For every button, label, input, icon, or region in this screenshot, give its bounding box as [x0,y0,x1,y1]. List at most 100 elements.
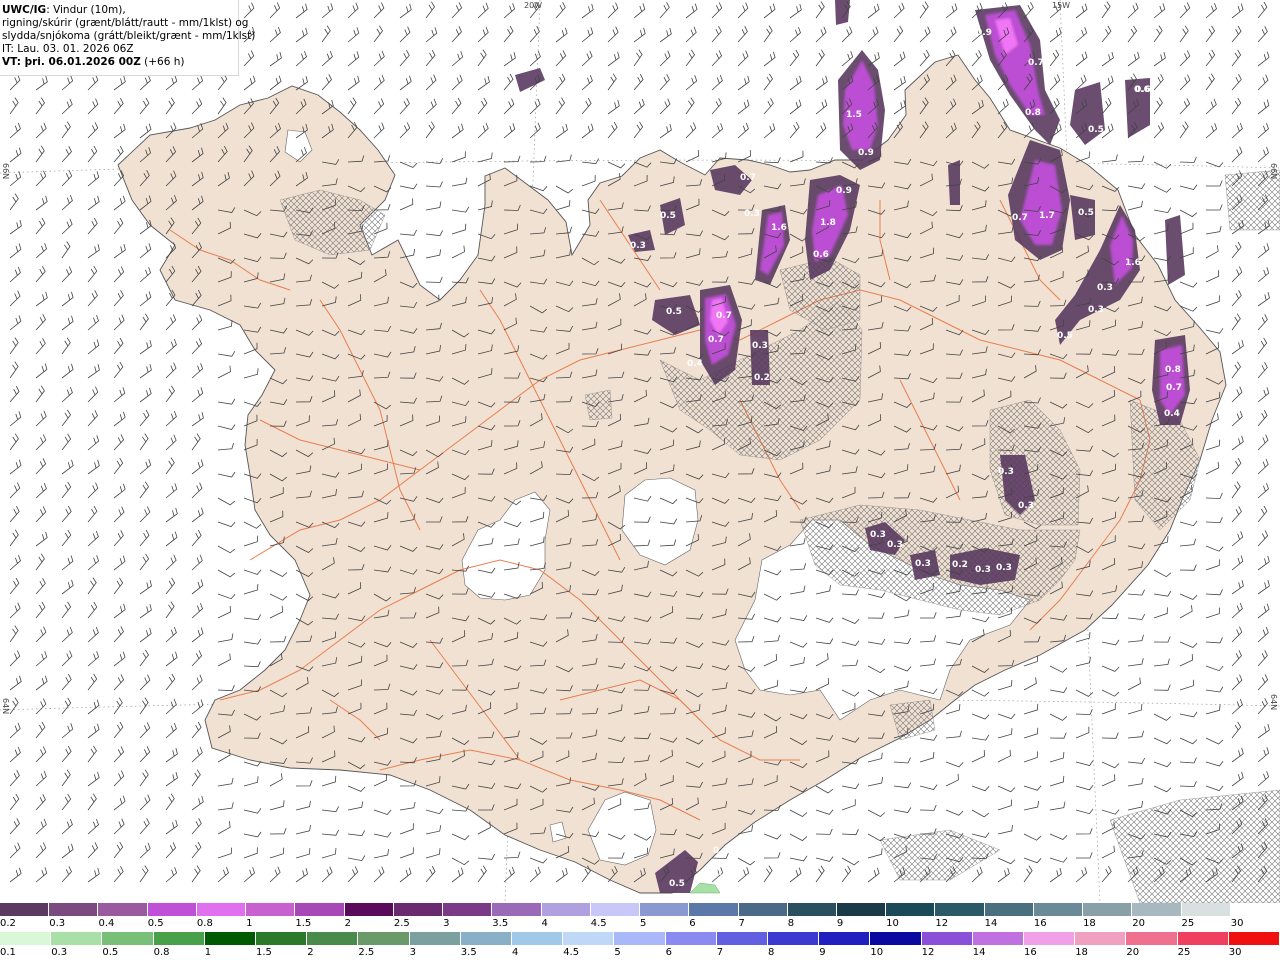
wind-barb [1049,49,1060,67]
wind-barb [1179,281,1198,288]
title-line-2: rigning/skúrir (grænt/blátt/rautt - mm/1… [2,17,249,29]
wind-barb [243,535,259,547]
wind-barb [113,243,126,259]
wind-barb [789,75,802,91]
wind-barb [295,867,308,883]
wind-barb [477,853,496,860]
wind-barb [217,802,234,811]
wind-barb [763,852,781,859]
wind-barb [139,433,149,451]
snow-legend-swatch [886,903,936,916]
snow-legend-label: 5 [640,918,647,929]
wind-barb [1153,51,1166,67]
wind-barb [1231,25,1242,43]
wind-barb [633,121,644,139]
wind-barb [477,76,490,91]
wind-barb [1257,337,1268,355]
wind-barb [269,866,281,883]
wind-barb [1153,590,1172,597]
wind-barb [1153,785,1172,793]
wind-barb [139,74,151,91]
wind-barb [113,123,126,139]
wind-barb [35,243,48,259]
wind-barb [477,97,488,115]
rain-legend-swatch [614,932,666,945]
wind-barb [217,593,236,600]
wind-barb [581,27,594,43]
wind-barb [1231,531,1244,547]
wind-barb [685,97,695,115]
wind-barb [399,847,414,859]
wind-barb [113,506,125,523]
wind-barb [113,651,126,667]
wind-barb [1231,49,1242,67]
wind-barb [9,482,21,499]
wind-barb [425,865,436,883]
wind-barb [35,97,45,115]
wind-barb [1127,757,1146,764]
wind-barb [113,290,124,307]
rain-legend-label: 5 [614,947,621,958]
wind-barb [1153,3,1166,19]
wind-barb [165,457,175,475]
wind-barb [113,530,124,547]
wind-barb [1127,183,1146,189]
latitude-label-64n-right: 64N [1269,694,1278,711]
wind-barb [1179,653,1194,667]
wind-barb [1049,775,1065,787]
wind-barb [1023,833,1042,841]
wind-barb [217,653,231,667]
wind-barb [9,625,19,643]
snow-legend-swatch [0,903,50,916]
wind-barb [1231,674,1243,691]
wind-barb [113,387,126,403]
snow-legend-label: 3.5 [492,918,509,929]
precip-value-label: 1.5 [846,110,862,120]
rain-legend-swatch [870,932,922,945]
wind-barb [529,98,541,115]
wind-barb [399,183,418,190]
wind-barb [529,155,547,163]
snow-legend-swatch [49,903,99,916]
snow-legend-swatch [1083,903,1133,916]
wind-barb [35,145,45,163]
wind-barb [1049,801,1066,811]
wind-barb [165,698,177,715]
wind-barb [1257,26,1268,43]
wind-barb [711,2,723,19]
rain-legend-swatch [1024,932,1076,945]
wind-barb [139,722,151,739]
snow-legend-label: 25 [1181,918,1195,929]
wind-barb [9,842,21,859]
wind-barb [1179,222,1194,235]
wind-barb [425,98,437,115]
snow-legend-label: 4 [541,918,548,929]
wind-barb [997,749,1011,763]
wind-barb [1075,808,1094,815]
rain-legend-swatch [819,932,871,945]
wind-barb [165,75,178,91]
wind-barb [113,626,124,643]
wind-barb [1205,123,1218,139]
wind-barb [191,412,204,427]
wind-barb [61,505,72,523]
wind-barb [477,122,489,139]
wind-barb [191,674,203,691]
wind-barb [555,867,568,883]
wind-barb [87,217,98,235]
rain-legend-swatch [256,932,308,945]
wind-barb [113,411,126,427]
precip-value-label: 0.7 [716,311,732,321]
wind-barb [1101,689,1120,697]
wind-barb [191,338,203,355]
wind-barb [1127,800,1143,811]
wind-barb [1076,852,1093,859]
wind-barb [711,123,724,139]
precip-value-label: 0.7 [1166,383,1182,393]
wind-barb [1101,665,1120,672]
wind-barb [1153,761,1172,768]
wind-barb [243,368,259,379]
wind-barb [1179,156,1197,163]
wind-barb [529,857,548,864]
snow-legend-swatch [787,903,837,916]
